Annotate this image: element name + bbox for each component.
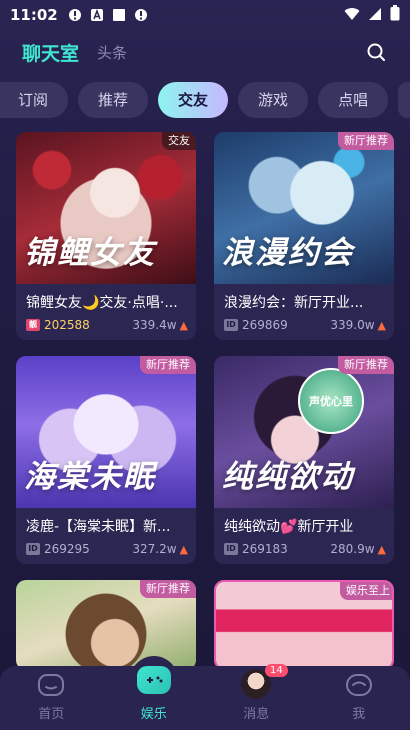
status-badge: 新厅推荐: [338, 132, 394, 150]
heat-value: 280.9w: [330, 542, 375, 556]
app-a-icon: [90, 8, 104, 22]
nav-home[interactable]: 首页: [0, 666, 103, 730]
room-card[interactable]: 娱乐至上: [214, 580, 394, 670]
status-badge: 新厅推荐: [338, 356, 394, 374]
nav-label: 首页: [38, 707, 65, 722]
heat-count: 339.4w ▲: [132, 318, 188, 332]
pretty-id-icon: 靓: [26, 319, 40, 331]
profile-icon: [345, 671, 373, 699]
signal-icon: [368, 6, 382, 25]
id-icon: ID: [224, 543, 238, 555]
chip-subscribe[interactable]: 订阅: [0, 82, 69, 118]
room-meta: ID 269183 280.9w ▲: [224, 542, 386, 556]
room-cover: 娱乐至上: [216, 582, 392, 668]
room-title: 凌鹿-【海棠未眠】新...: [26, 519, 171, 535]
room-id: 202588: [44, 318, 90, 332]
room-meta: ID 269295 327.2w ▲: [26, 542, 188, 556]
heat-count: 339.0w ▲: [330, 318, 386, 332]
chip-more[interactable]: [398, 82, 410, 118]
logo-text: 声优心里: [309, 395, 353, 408]
room-card[interactable]: 新厅推荐: [16, 580, 196, 670]
battery-icon: [390, 5, 400, 25]
room-id: 269295: [44, 542, 90, 556]
cover-title: 浪漫约会: [222, 235, 354, 271]
status-badge: 娱乐至上: [340, 582, 392, 600]
room-cover: 海棠未眠 新厅推荐: [16, 356, 196, 508]
room-title: 浪漫约会：新厅开业...: [224, 295, 364, 311]
heat-value: 339.0w: [330, 318, 375, 332]
status-time: 11:02: [10, 6, 58, 24]
room-id: 269869: [242, 318, 288, 332]
room-title: 纯纯欲动💕新厅开业: [224, 519, 354, 535]
room-meta: ID 269869 339.0w ▲: [224, 318, 386, 332]
room-card[interactable]: 声优心里 纯纯欲动 新厅推荐 纯纯欲动💕新厅开业 ID 269183 280.9…: [214, 356, 394, 564]
wifi-icon: [344, 6, 360, 25]
id-icon: ID: [224, 319, 238, 331]
flame-icon: ▲: [179, 318, 188, 332]
room-title: 锦鲤女友🌙交友·点唱·...: [26, 295, 178, 311]
bottom-nav: 首页 娱乐 14 消息 我: [0, 656, 410, 730]
chip-singing[interactable]: 点唱: [318, 82, 389, 118]
room-card[interactable]: 浪漫约会 新厅推荐 浪漫约会：新厅开业... ID 269869 339.0w …: [214, 132, 394, 340]
heat-count: 280.9w ▲: [330, 542, 386, 556]
chip-dating[interactable]: 交友: [158, 82, 229, 118]
nav-active-bubble: [129, 656, 178, 704]
status-badge: 新厅推荐: [140, 580, 196, 598]
cover-title: 锦鲤女友: [24, 235, 156, 271]
unread-badge: 14: [265, 664, 288, 677]
tab-headlines[interactable]: 头条: [97, 42, 127, 63]
room-cover: 浪漫约会 新厅推荐: [214, 132, 394, 284]
room-cover: 新厅推荐: [16, 580, 196, 670]
room-card[interactable]: 锦鲤女友 交友 锦鲤女友🌙交友·点唱·... 靓 202588 339.4w ▲: [16, 132, 196, 340]
chip-games[interactable]: 游戏: [238, 82, 309, 118]
gamepad-icon: [136, 666, 171, 694]
nav-label: 我: [352, 707, 366, 722]
alert-circle-icon: [68, 8, 82, 22]
heat-value: 327.2w: [132, 542, 177, 556]
status-badge: 新厅推荐: [140, 356, 196, 374]
nav-entertainment[interactable]: 娱乐: [103, 656, 206, 730]
room-card[interactable]: 海棠未眠 新厅推荐 凌鹿-【海棠未眠】新... ID 269295 327.2w…: [16, 356, 196, 564]
status-badge: 交友: [162, 132, 196, 150]
nav-label: 娱乐: [140, 707, 167, 722]
cover-title: 海棠未眠: [24, 459, 156, 495]
id-icon: ID: [26, 543, 40, 555]
category-tabs: 订阅 推荐 交友 游戏 点唱: [0, 82, 410, 118]
nav-messages[interactable]: 14 消息: [205, 664, 308, 730]
voice-logo: 声优心里: [298, 368, 364, 434]
flame-icon: ▲: [377, 542, 386, 556]
search-icon[interactable]: [364, 40, 388, 64]
header: 聊天室 头条: [0, 34, 410, 70]
chip-recommend[interactable]: 推荐: [78, 82, 149, 118]
room-id: 269183: [242, 542, 288, 556]
square-icon: [112, 8, 126, 22]
flame-icon: ▲: [377, 318, 386, 332]
heat-count: 327.2w ▲: [132, 542, 188, 556]
room-cover: 锦鲤女友 交友: [16, 132, 196, 284]
nav-me[interactable]: 我: [308, 666, 410, 730]
room-meta: 靓 202588 339.4w ▲: [26, 318, 188, 332]
room-cover: 声优心里 纯纯欲动 新厅推荐: [214, 356, 394, 508]
nav-label: 消息: [243, 707, 270, 722]
home-icon: [37, 671, 65, 699]
status-bar: 11:02: [0, 0, 410, 30]
cover-title: 纯纯欲动: [222, 459, 354, 495]
flame-icon: ▲: [179, 542, 188, 556]
tab-chatroom[interactable]: 聊天室: [22, 39, 79, 66]
alert-circle-icon: [134, 8, 148, 22]
heat-value: 339.4w: [132, 318, 177, 332]
